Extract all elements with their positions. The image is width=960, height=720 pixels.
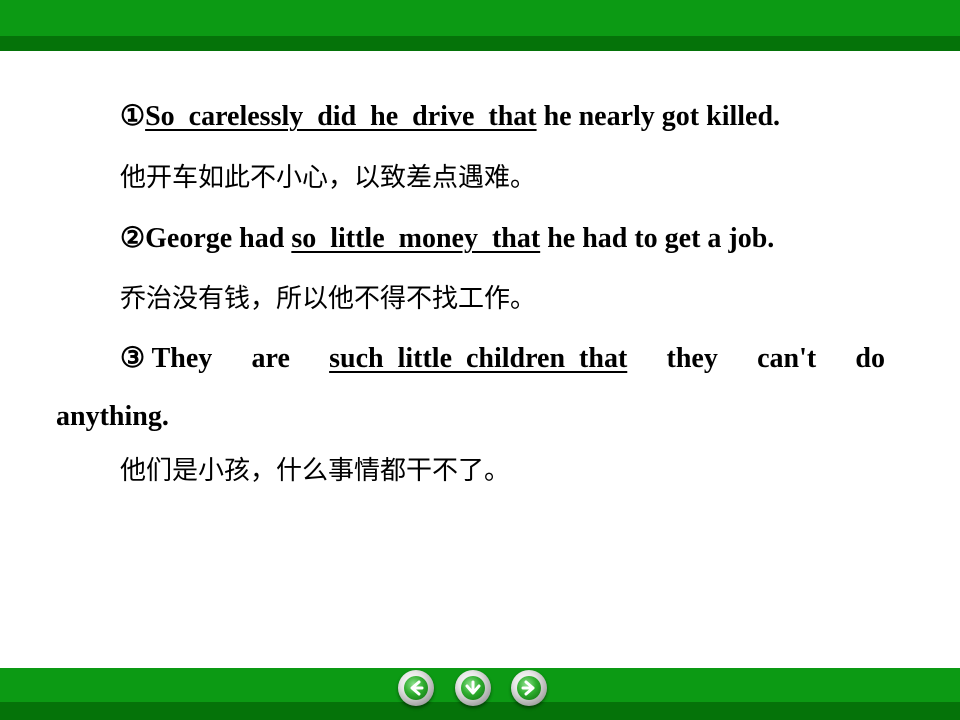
bottom-banner-dark (0, 702, 960, 720)
slide-content: ①So carelessly did he drive that he near… (0, 0, 960, 660)
example-3-word-do: do (855, 343, 885, 374)
down-button[interactable] (455, 670, 491, 706)
example-1-marker: ① (120, 101, 146, 132)
arrow-down-icon (465, 680, 481, 695)
example-2-pre: George had (145, 223, 292, 254)
example-3-word-they: they (666, 343, 718, 374)
example-3-english: ③ They are such little children that the… (120, 342, 885, 376)
example-3-structure: such little children that (329, 343, 628, 374)
example-3-word-cant: can't (757, 343, 817, 374)
next-slide-button[interactable] (511, 670, 547, 706)
example-2-marker: ② (120, 223, 146, 254)
example-2-chinese: 乔治没有钱，所以他不得不找工作。 (120, 284, 537, 314)
example-3-english-continued: anything. (56, 401, 169, 432)
example-3-chinese: 他们是小孩，什么事情都干不了。 (120, 456, 511, 486)
example-2-rest: he had to get a job. (540, 223, 775, 254)
example-3-marker: ③ They (120, 343, 213, 374)
example-3-word-are: are (251, 343, 290, 374)
example-1-english: ①So carelessly did he drive that he near… (120, 100, 780, 134)
arrow-left-icon (410, 680, 424, 696)
example-1-chinese: 他开车如此不小心，以致差点遇难。 (120, 163, 537, 193)
arrow-right-icon (521, 680, 535, 696)
previous-slide-button[interactable] (398, 670, 434, 706)
example-2-english: ②George had so little money that he had … (120, 222, 774, 256)
example-1-rest: he nearly got killed. (536, 101, 781, 132)
example-1-structure: So carelessly did he drive that (145, 101, 537, 132)
example-2-structure: so little money that (291, 223, 541, 254)
